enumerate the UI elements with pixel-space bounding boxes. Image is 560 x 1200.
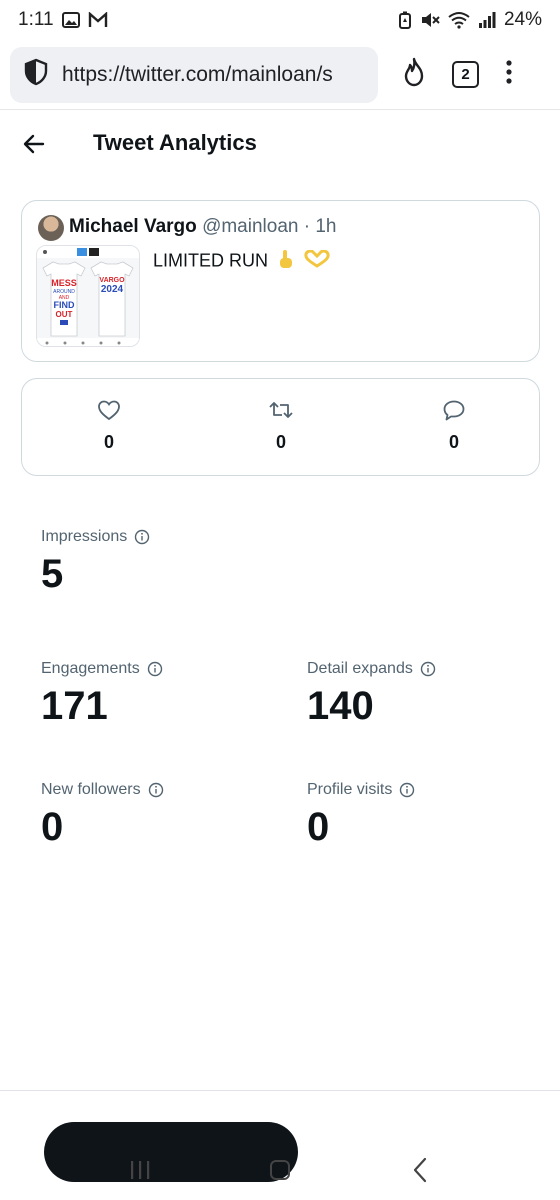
browser-toolbar: https://twitter.com/mainloan/s 2 — [0, 40, 560, 110]
impressions-metric: Impressions 5 — [41, 528, 150, 597]
profile-visits-metric: Profile visits 0 — [307, 781, 415, 850]
shirt2-line2: 2024 — [101, 284, 124, 295]
info-icon[interactable] — [147, 661, 163, 677]
back-nav-icon[interactable] — [390, 1145, 450, 1195]
page-header: Tweet Analytics — [0, 118, 560, 172]
tweet-text-content: LIMITED RUN — [153, 250, 269, 271]
status-bar: 1:11 24% — [0, 0, 560, 40]
back-arrow-icon[interactable] — [22, 132, 46, 161]
pointing-up-icon — [277, 249, 295, 274]
gmail-icon — [88, 12, 108, 28]
signal-icon — [478, 11, 496, 29]
address-bar[interactable]: https://twitter.com/mainloan/s — [10, 46, 378, 103]
engagements-value: 171 — [41, 684, 108, 728]
profile-visits-label: Profile visits — [307, 781, 393, 798]
author-handle[interactable]: @mainloan — [202, 216, 298, 237]
engagements-metric: Engagements 171 — [41, 660, 163, 729]
info-icon[interactable] — [134, 529, 150, 545]
recent-apps-icon[interactable] — [110, 1145, 170, 1195]
impressions-label: Impressions — [41, 528, 128, 545]
info-icon[interactable] — [420, 661, 436, 677]
new-followers-label: New followers — [41, 781, 141, 798]
page-title: Tweet Analytics — [93, 130, 257, 155]
tweet-text: LIMITED RUN — [153, 249, 330, 274]
tweet-image-thumbnail[interactable]: MESS AROUND AND FIND OUT VARGO 2024 — [36, 245, 140, 347]
tabs-button[interactable]: 2 — [452, 61, 479, 88]
gallery-icon — [61, 12, 80, 28]
wifi-icon — [448, 11, 470, 29]
shirt1-line1: MESS — [51, 278, 77, 288]
engagements-label: Engagements — [41, 660, 140, 677]
shirt1-line4: FIND — [54, 300, 75, 310]
replies-count: 0 — [448, 432, 459, 452]
bottom-divider — [0, 1090, 560, 1091]
more-options-icon[interactable] — [505, 59, 513, 90]
meta-separator: · — [303, 216, 311, 237]
tweet-time: 1h — [315, 216, 337, 237]
author-name[interactable]: Michael Vargo — [69, 216, 197, 237]
reply-icon — [442, 400, 466, 425]
engagement-stats-card: 0 0 0 — [21, 378, 540, 476]
battery-level: 24% — [503, 9, 542, 30]
url-text[interactable]: https://twitter.com/mainloan/s — [62, 63, 333, 87]
info-icon[interactable] — [399, 782, 415, 798]
info-icon[interactable] — [148, 782, 164, 798]
likes-count: 0 — [103, 432, 114, 452]
avatar[interactable] — [38, 215, 64, 241]
profile-visits-value: 0 — [307, 805, 330, 849]
heart-icon — [97, 400, 121, 425]
tweet-card[interactable]: Michael Vargo @mainloan · 1h MESS AROUND… — [21, 200, 540, 362]
status-time: 1:11 — [18, 9, 54, 30]
impressions-value: 5 — [41, 552, 64, 596]
retweets-count: 0 — [275, 432, 286, 452]
mute-icon — [420, 11, 440, 29]
detail-expands-value: 140 — [307, 684, 374, 728]
likes-stat: 0 — [79, 399, 139, 453]
shirt1-line5: OUT — [56, 310, 73, 319]
battery-saver-icon — [398, 11, 412, 29]
replies-stat: 0 — [424, 399, 484, 453]
detail-expands-metric: Detail expands 140 — [307, 660, 436, 729]
system-navigation-bar — [0, 1140, 560, 1200]
shirt2-line1: VARGO — [99, 277, 125, 284]
shield-icon[interactable] — [22, 58, 50, 91]
retweet-icon — [268, 402, 294, 425]
new-followers-metric: New followers 0 — [41, 781, 164, 850]
heart-hands-icon — [304, 249, 330, 273]
new-followers-value: 0 — [41, 805, 64, 849]
detail-expands-label: Detail expands — [307, 660, 413, 677]
tweet-meta: Michael Vargo @mainloan · 1h — [69, 216, 337, 238]
home-icon[interactable] — [250, 1145, 310, 1195]
flame-icon[interactable] — [402, 57, 426, 92]
retweets-stat: 0 — [251, 399, 311, 453]
